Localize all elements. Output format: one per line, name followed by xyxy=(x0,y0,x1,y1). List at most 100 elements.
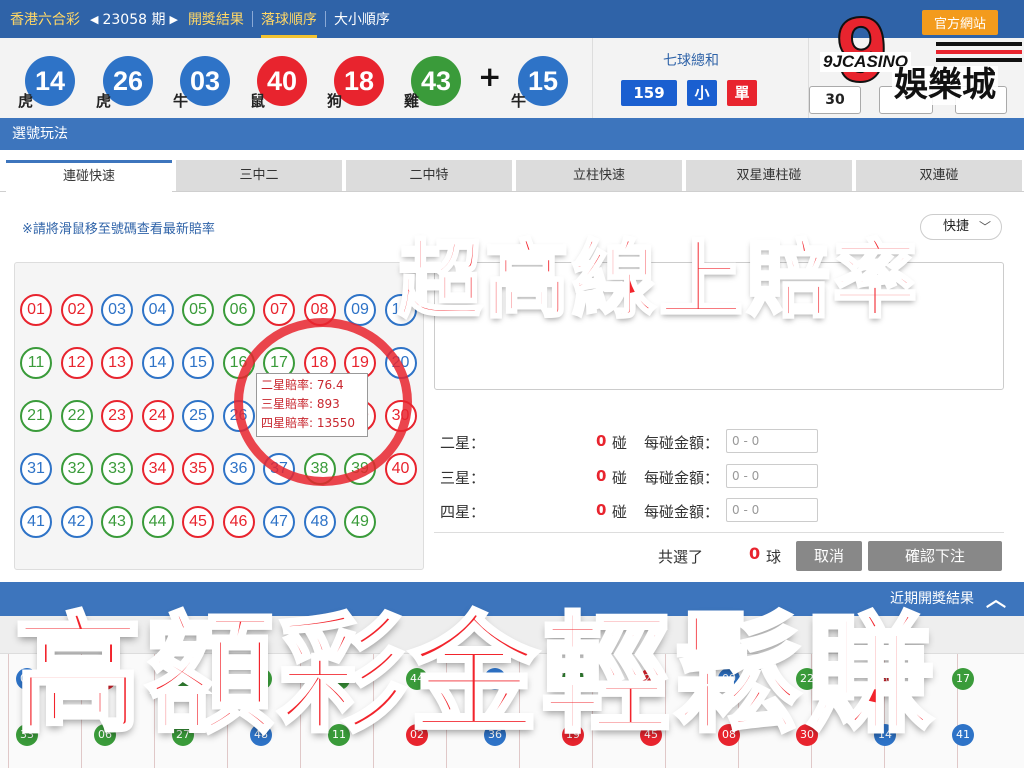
number-ball-42[interactable]: 42 xyxy=(60,506,93,538)
sum-parity-badge: 單 xyxy=(727,80,757,106)
sum-value-badge: 159 xyxy=(621,80,677,106)
combo-count: 0 xyxy=(596,467,607,485)
number-ball-15[interactable]: 15 xyxy=(182,347,214,379)
sum-size-badge: 小 xyxy=(687,80,717,106)
game-name[interactable]: 香港六合彩 xyxy=(10,9,80,29)
number-ball-43[interactable]: 43 xyxy=(101,506,133,538)
history-ball: 17 xyxy=(952,668,974,690)
quick-select-label: 快捷 xyxy=(943,219,970,234)
number-ball-06[interactable]: 06 xyxy=(222,294,255,326)
number-ball-36[interactable]: 36 xyxy=(222,453,255,485)
form-label-four-star: 四星： xyxy=(440,503,486,521)
number-ball-23[interactable]: 23 xyxy=(101,400,133,432)
odds-four-star: 四星賠率: 13550 xyxy=(261,416,356,430)
selected-unit: 球 xyxy=(766,548,782,566)
amount-input-two-star[interactable]: 0 - 0 xyxy=(726,429,818,453)
nav-size-order[interactable]: 大小順序 xyxy=(334,9,390,29)
cancel-button[interactable]: 取消 xyxy=(796,541,862,571)
number-ball-07[interactable]: 07 xyxy=(263,294,295,326)
table-grid-line xyxy=(8,654,9,768)
number-ball-46[interactable]: 46 xyxy=(222,506,255,538)
zodiac-label: 鼠 xyxy=(250,92,266,110)
logo-nine-mark: 9 xyxy=(835,0,888,101)
sum-title: 七球總和 xyxy=(663,53,719,69)
number-ball-24[interactable]: 24 xyxy=(141,400,174,432)
promo-text-bottom: 高額彩金輕鬆賺 xyxy=(12,601,939,750)
play-type-tabs: 連碰快速 三中二 二中特 立柱快速 双星連柱碰 双連碰 xyxy=(0,160,1024,192)
section-title-bar: 選號玩法 xyxy=(0,118,1024,150)
zodiac-label: 狗 xyxy=(327,92,343,110)
odds-three-star: 三星賠率: 893 xyxy=(261,397,340,411)
odds-tooltip: 二星賠率: 76.4 三星賠率: 893 四星賠率: 13550 xyxy=(256,373,368,437)
number-ball-48[interactable]: 48 xyxy=(303,506,336,538)
nav-drop-order[interactable]: 落球順序 xyxy=(260,9,317,38)
zodiac-label: 虎 xyxy=(18,92,34,110)
number-ball-02[interactable]: 02 xyxy=(60,294,93,326)
form-label-three-star: 三星： xyxy=(440,469,486,487)
logo-stripe xyxy=(936,58,1022,62)
tab-two-special[interactable]: 二中特 xyxy=(346,160,512,191)
confirm-bet-button[interactable]: 確認下注 xyxy=(868,541,1002,571)
period-number: 23058 期 xyxy=(102,12,166,28)
chevron-up-icon[interactable]: ︿ xyxy=(986,582,1006,616)
form-divider xyxy=(434,532,1004,533)
chevron-down-icon: ﹀ xyxy=(978,220,991,234)
number-ball-01[interactable]: 01 xyxy=(20,294,52,326)
number-ball-25[interactable]: 25 xyxy=(182,400,214,432)
combo-count: 0 xyxy=(596,432,607,450)
number-ball-21[interactable]: 21 xyxy=(20,400,52,432)
logo-stripe xyxy=(936,50,1022,54)
number-ball-05[interactable]: 05 xyxy=(182,294,214,326)
form-label-two-star: 二星： xyxy=(440,434,486,452)
number-ball-45[interactable]: 45 xyxy=(182,506,214,538)
number-ball-33[interactable]: 33 xyxy=(101,453,133,485)
per-combo-label: 每碰金額： xyxy=(644,503,720,521)
selected-label: 共選了 xyxy=(658,548,704,566)
number-ball-44[interactable]: 44 xyxy=(141,506,174,538)
tab-three-two[interactable]: 三中二 xyxy=(176,160,342,191)
number-ball-04[interactable]: 04 xyxy=(141,294,174,326)
promo-text-top: 超高線上賠率 xyxy=(396,231,921,329)
amount-input-three-star[interactable]: 0 - 0 xyxy=(726,464,818,488)
number-ball-14[interactable]: 14 xyxy=(141,347,174,379)
number-ball-35[interactable]: 35 xyxy=(182,453,214,485)
tab-lianpeng-quick[interactable]: 連碰快速 xyxy=(6,160,172,192)
selected-count: 0 xyxy=(749,544,761,563)
zodiac-label: 雞 xyxy=(404,92,420,110)
logo-name-text: 娛樂城 xyxy=(892,65,998,106)
number-ball-31[interactable]: 31 xyxy=(20,453,52,485)
number-ball-03[interactable]: 03 xyxy=(101,294,133,326)
per-combo-label: 每碰金額： xyxy=(644,469,720,487)
number-ball-47[interactable]: 47 xyxy=(263,506,295,538)
number-ball-32[interactable]: 32 xyxy=(60,453,93,485)
zodiac-label: 虎 xyxy=(96,92,112,110)
tab-double-star[interactable]: 双星連柱碰 xyxy=(686,160,852,191)
number-ball-12[interactable]: 12 xyxy=(60,347,93,379)
nav-divider xyxy=(324,11,326,27)
nav-divider xyxy=(251,11,253,27)
combo-unit: 碰 xyxy=(612,503,628,521)
odds-notice: ※請將滑鼠移至號碼查看最新賠率 xyxy=(22,222,215,237)
tab-pillar-quick[interactable]: 立柱快速 xyxy=(516,160,682,191)
odds-two-star: 二星賠率: 76.4 xyxy=(261,378,344,392)
amount-input-four-star[interactable]: 0 - 0 xyxy=(726,498,818,522)
number-ball-13[interactable]: 13 xyxy=(101,347,133,379)
combo-unit: 碰 xyxy=(612,469,628,487)
next-period-icon[interactable]: ▶ xyxy=(169,13,177,26)
history-ball: 41 xyxy=(952,724,974,746)
number-ball-11[interactable]: 11 xyxy=(20,347,52,379)
nav-draw-results[interactable]: 開獎結果 xyxy=(188,9,244,29)
casino-logo: 9 9JCASINO 娛樂城 xyxy=(818,3,1022,108)
sum-panel: 七球總和 159 小 單 xyxy=(592,38,808,118)
combo-count: 0 xyxy=(596,501,607,519)
number-ball-34[interactable]: 34 xyxy=(141,453,174,485)
zodiac-label: 牛 xyxy=(511,92,527,110)
number-ball-49[interactable]: 49 xyxy=(344,506,376,538)
number-ball-22[interactable]: 22 xyxy=(60,400,93,432)
logo-stripe xyxy=(936,42,1022,46)
quick-select-dropdown[interactable]: 快捷 ﹀ xyxy=(920,214,1002,240)
tab-double-lianpeng[interactable]: 双連碰 xyxy=(856,160,1022,191)
zodiac-label: 牛 xyxy=(173,92,189,110)
number-ball-41[interactable]: 41 xyxy=(20,506,52,538)
prev-period-icon[interactable]: ◀ xyxy=(90,13,98,26)
